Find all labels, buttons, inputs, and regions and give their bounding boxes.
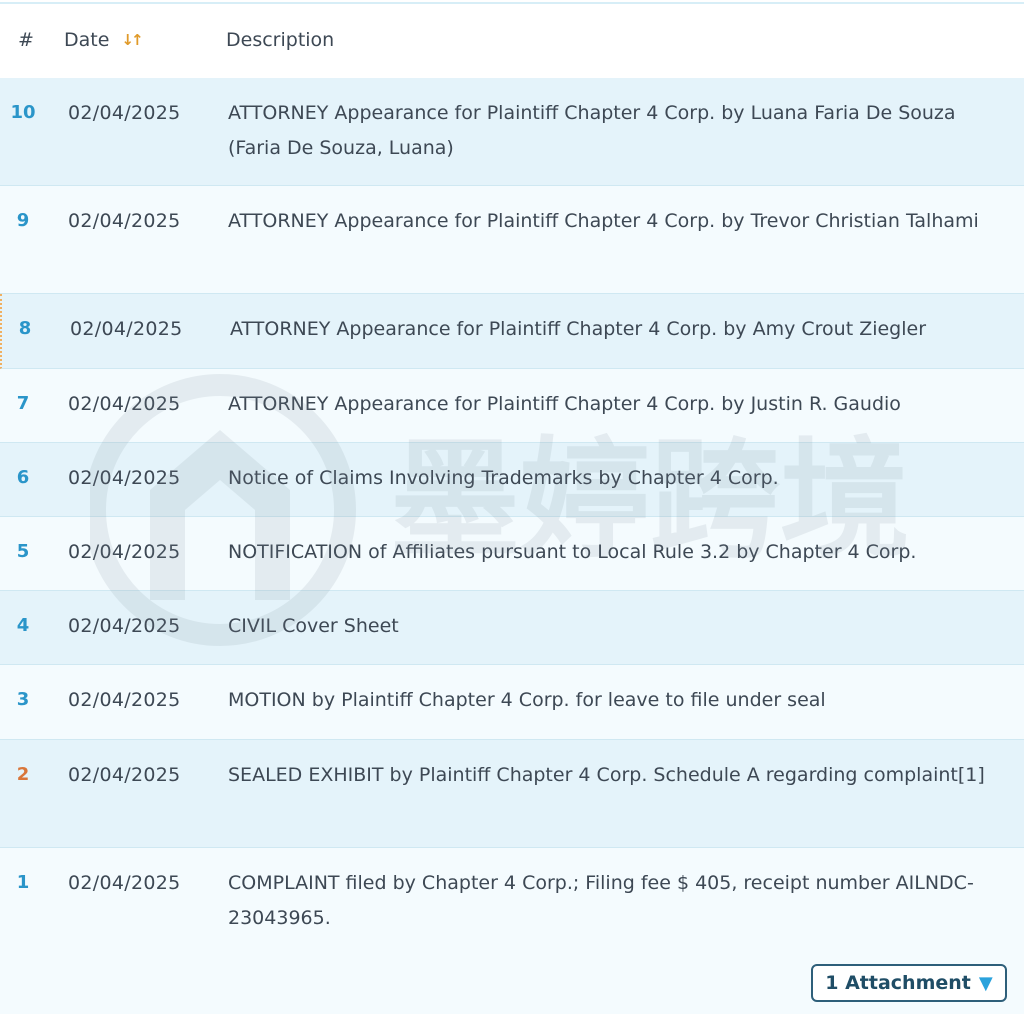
entry-description: ATTORNEY Appearance for Plaintiff Chapte…: [228, 210, 979, 232]
table-row: 9 02/04/2025 ATTORNEY Appearance for Pla…: [0, 186, 1024, 294]
entry-number-link[interactable]: 1: [0, 872, 46, 893]
table-header: # Date ↓↑ Description: [0, 4, 1024, 79]
attachment-button-label: 1 Attachment: [825, 972, 971, 994]
entry-date: 02/04/2025: [68, 210, 181, 232]
docket-table: # Date ↓↑ Description 10 02/04/2025 ATTO…: [0, 0, 1024, 1024]
entry-number-link[interactable]: 4: [0, 615, 46, 636]
entry-number-link[interactable]: 5: [0, 541, 46, 562]
entry-date: 02/04/2025: [68, 102, 181, 124]
entry-date: 02/04/2025: [68, 393, 181, 415]
table-row: 4 02/04/2025 CIVIL Cover Sheet: [0, 591, 1024, 665]
entry-number-link[interactable]: 9: [0, 210, 46, 231]
entry-description: COMPLAINT filed by Chapter 4 Corp.; Fili…: [228, 872, 974, 929]
entry-description: ATTORNEY Appearance for Plaintiff Chapte…: [230, 318, 927, 340]
entry-number-link[interactable]: 7: [0, 393, 46, 414]
table-row: 7 02/04/2025 ATTORNEY Appearance for Pla…: [0, 369, 1024, 443]
entry-date: 02/04/2025: [70, 318, 183, 340]
caret-down-icon: ▼: [978, 972, 993, 994]
column-header-date[interactable]: Date ↓↑: [64, 28, 144, 52]
entry-number-link[interactable]: 6: [0, 467, 46, 488]
table-row: 10 02/04/2025 ATTORNEY Appearance for Pl…: [0, 78, 1024, 186]
entry-description: CIVIL Cover Sheet: [228, 615, 399, 637]
entry-number-link[interactable]: 8: [2, 318, 48, 339]
table-row: 8 02/04/2025 ATTORNEY Appearance for Pla…: [0, 294, 1024, 369]
entry-description: ATTORNEY Appearance for Plaintiff Chapte…: [228, 102, 956, 159]
column-header-date-label: Date: [64, 29, 110, 51]
entry-description: MOTION by Plaintiff Chapter 4 Corp. for …: [228, 689, 826, 711]
column-header-number: #: [18, 29, 34, 51]
entry-description: ATTORNEY Appearance for Plaintiff Chapte…: [228, 393, 901, 415]
entry-number-link[interactable]: 10: [0, 102, 46, 123]
table-row: 5 02/04/2025 NOTIFICATION of Affiliates …: [0, 517, 1024, 591]
entry-date: 02/04/2025: [68, 467, 181, 489]
column-header-description: Description: [226, 29, 335, 51]
entry-date: 02/04/2025: [68, 541, 181, 563]
entry-description: NOTIFICATION of Affiliates pursuant to L…: [228, 541, 917, 563]
entry-date: 02/04/2025: [68, 689, 181, 711]
entry-number-sealed[interactable]: 2: [0, 764, 46, 785]
sort-icon[interactable]: ↓↑: [121, 28, 143, 52]
table-row: 3 02/04/2025 MOTION by Plaintiff Chapter…: [0, 665, 1024, 740]
table-row: 6 02/04/2025 Notice of Claims Involving …: [0, 443, 1024, 517]
entry-number-link[interactable]: 3: [0, 689, 46, 710]
table-row: 2 02/04/2025 SEALED EXHIBIT by Plaintiff…: [0, 740, 1024, 848]
entry-date: 02/04/2025: [68, 872, 181, 894]
entry-date: 02/04/2025: [68, 615, 181, 637]
attachment-dropdown-button[interactable]: 1 Attachment ▼: [811, 964, 1007, 1002]
entry-description: Notice of Claims Involving Trademarks by…: [228, 467, 779, 489]
entry-description: SEALED EXHIBIT by Plaintiff Chapter 4 Co…: [228, 764, 985, 786]
entry-date: 02/04/2025: [68, 764, 181, 786]
